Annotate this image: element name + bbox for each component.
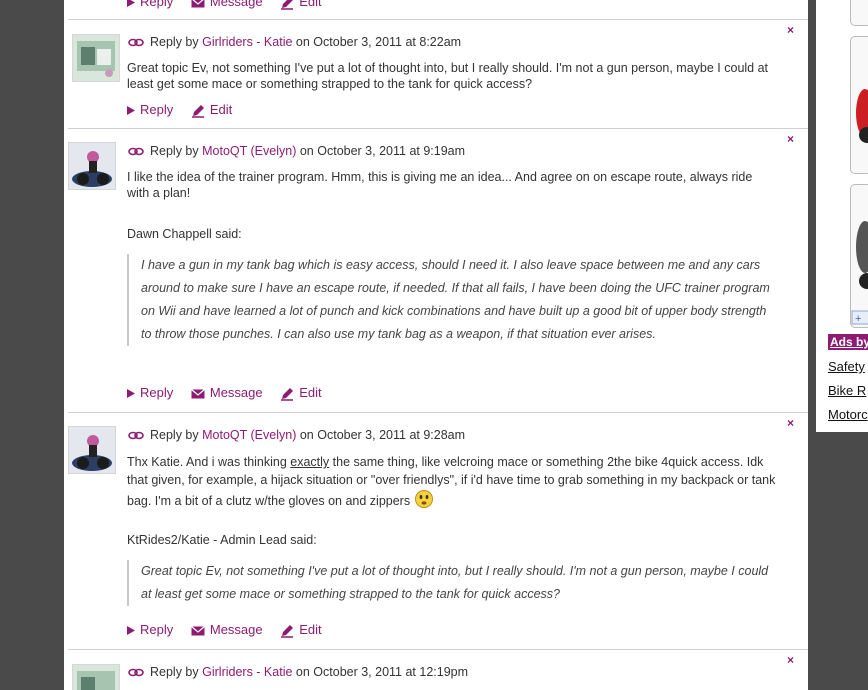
comment-body: I like the idea of the trainer program. … bbox=[127, 170, 753, 200]
envelope-icon bbox=[190, 388, 205, 399]
pencil-icon bbox=[191, 104, 204, 118]
comment-date: October 3, 2011 at 8:22am bbox=[313, 35, 462, 49]
delete-comment-icon[interactable]: × bbox=[787, 133, 794, 145]
comment-meta: Reply by MotoQT (Evelyn) on October 3, 2… bbox=[128, 428, 465, 442]
comment-divider bbox=[68, 649, 808, 650]
on-label: on bbox=[295, 35, 310, 49]
author-link[interactable]: MotoQT (Evelyn) bbox=[202, 144, 296, 158]
delete-comment-icon[interactable]: × bbox=[787, 417, 794, 429]
pencil-icon bbox=[281, 0, 294, 10]
worried-emoticon-icon bbox=[414, 490, 433, 508]
envelope-icon bbox=[191, 0, 205, 8]
on-label: on bbox=[299, 428, 314, 442]
sidebar-link-motorcycle[interactable]: Motorc bbox=[828, 407, 868, 422]
reply-button[interactable]: Reply bbox=[127, 102, 173, 117]
author-link[interactable]: MotoQT (Evelyn) bbox=[202, 428, 296, 442]
quoted-text: Great topic Ev, not something I've put a… bbox=[127, 560, 771, 606]
message-label: Message bbox=[209, 622, 263, 637]
message-button[interactable]: Message bbox=[191, 0, 263, 9]
comment-body: Great topic Ev, not something I've put a… bbox=[127, 61, 769, 91]
avatar-image bbox=[69, 427, 115, 473]
pencil-icon bbox=[281, 387, 294, 401]
chain-link-icon bbox=[128, 38, 144, 47]
motorcycle-image bbox=[856, 89, 868, 143]
reply-arrow-icon bbox=[127, 0, 135, 8]
right-sidebar: + Ads by Safety Bike R Motorc bbox=[816, 0, 868, 432]
envelope-icon bbox=[190, 625, 205, 636]
message-label: Message bbox=[209, 0, 263, 9]
reply-button[interactable]: Reply bbox=[127, 622, 173, 637]
reply-button[interactable]: Reply bbox=[127, 385, 173, 400]
comment-body: Thx Katie. And i was thinking exactly th… bbox=[127, 453, 777, 510]
edit-label: Edit bbox=[299, 0, 322, 9]
body-text-emphasis: exactly bbox=[290, 455, 330, 469]
comment-divider bbox=[68, 128, 808, 129]
reply-label: Reply bbox=[140, 385, 174, 400]
reply-by-label: Reply by bbox=[150, 665, 199, 679]
reply-arrow-icon bbox=[127, 626, 135, 636]
avatar[interactable] bbox=[72, 664, 120, 690]
chain-link-icon bbox=[128, 147, 144, 156]
avatar-image bbox=[73, 665, 119, 690]
author-link[interactable]: Girlriders - Katie bbox=[202, 665, 292, 679]
message-button[interactable]: Message bbox=[190, 385, 263, 400]
reply-by-label: Reply by bbox=[150, 144, 199, 158]
edit-button[interactable]: Edit bbox=[280, 622, 322, 638]
quote-author: KtRides2/Katie - Admin Lead said: bbox=[127, 533, 317, 547]
quote-author: Dawn Chappell said: bbox=[127, 227, 242, 241]
reply-arrow-icon bbox=[127, 389, 135, 399]
on-label: on bbox=[295, 665, 310, 679]
ad-thumbnail[interactable] bbox=[850, 0, 868, 26]
reply-label: Reply bbox=[140, 622, 174, 637]
comment-meta: Reply by Girlriders - Katie on October 3… bbox=[128, 665, 468, 679]
motorcycle-image: + bbox=[851, 221, 868, 325]
reply-by-label: Reply by bbox=[150, 35, 199, 49]
ad-thumbnail-motorcycle[interactable]: + bbox=[850, 184, 868, 328]
avatar-image bbox=[69, 143, 115, 189]
comment-actions: Reply Message Edit bbox=[127, 622, 336, 638]
reply-arrow-icon bbox=[127, 106, 135, 116]
edit-button[interactable]: Edit bbox=[280, 385, 322, 401]
comment-divider bbox=[68, 412, 808, 413]
reply-button[interactable]: Reply bbox=[127, 0, 173, 9]
avatar[interactable] bbox=[72, 34, 120, 82]
on-label: on bbox=[299, 144, 314, 158]
edit-label: Edit bbox=[299, 622, 322, 637]
plus-icon: + bbox=[855, 313, 861, 325]
chain-link-icon bbox=[128, 668, 144, 677]
author-link[interactable]: Girlriders - Katie bbox=[202, 35, 292, 49]
message-label: Message bbox=[209, 385, 263, 400]
comment-date: October 3, 2011 at 9:28am bbox=[317, 428, 466, 442]
comment-divider bbox=[68, 19, 808, 20]
reply-label: Reply bbox=[140, 0, 174, 9]
quoted-text: I have a gun in my tank bag which is eas… bbox=[127, 254, 771, 346]
avatar[interactable] bbox=[68, 142, 116, 190]
comment-date: October 3, 2011 at 9:19am bbox=[317, 144, 466, 158]
sidebar-link-safety[interactable]: Safety bbox=[828, 359, 865, 374]
comment-meta: Reply by Girlriders - Katie on October 3… bbox=[128, 35, 461, 49]
pencil-icon bbox=[281, 624, 294, 638]
ads-by-link[interactable]: Ads by bbox=[828, 334, 868, 350]
body-text-part: Thx Katie. And i was thinking bbox=[127, 455, 291, 469]
delete-comment-icon[interactable]: × bbox=[787, 654, 794, 666]
message-button[interactable]: Message bbox=[190, 622, 263, 637]
reply-by-label: Reply by bbox=[150, 428, 199, 442]
edit-label: Edit bbox=[209, 102, 233, 117]
comment-date: October 3, 2011 at 12:19pm bbox=[313, 665, 469, 679]
edit-button[interactable]: Edit bbox=[191, 102, 232, 118]
reply-label: Reply bbox=[140, 102, 174, 117]
edit-label: Edit bbox=[299, 385, 322, 400]
chain-link-icon bbox=[128, 431, 144, 440]
avatar[interactable] bbox=[68, 426, 116, 474]
delete-comment-icon[interactable]: × bbox=[787, 24, 794, 36]
avatar-image bbox=[73, 35, 119, 81]
comment-meta: Reply by MotoQT (Evelyn) on October 3, 2… bbox=[128, 144, 465, 158]
comments-column: Reply Message Edit × Reply by Girlriders… bbox=[64, 0, 808, 690]
comment-actions-prev: Reply Message Edit bbox=[127, 0, 336, 10]
ad-thumbnail-motorcycle[interactable] bbox=[850, 36, 868, 174]
sidebar-link-bike[interactable]: Bike R bbox=[828, 383, 866, 398]
comment-actions: Reply Edit bbox=[127, 102, 246, 118]
comment-actions: Reply Message Edit bbox=[127, 385, 336, 401]
edit-button[interactable]: Edit bbox=[280, 0, 322, 10]
